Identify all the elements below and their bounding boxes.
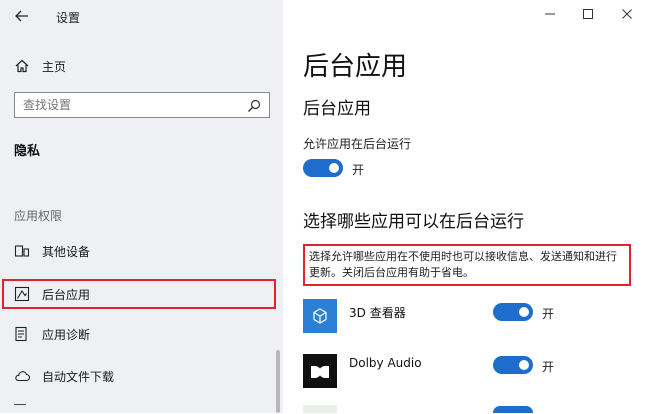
description-box: 选择允许哪些应用在不使用时也可以接收信息、发送通知和进行更新。关闭后台应用有助于… bbox=[303, 244, 631, 286]
sidebar-item-auto-file-download[interactable]: 自动文件下载 bbox=[0, 360, 283, 392]
selection-highlight bbox=[2, 279, 276, 309]
close-icon[interactable] bbox=[614, 6, 640, 26]
section-title: 隐私 bbox=[14, 144, 41, 159]
home-icon bbox=[14, 58, 30, 74]
minimize-icon[interactable] bbox=[537, 6, 563, 26]
app-tile-partial bbox=[303, 405, 337, 413]
allow-label: 允许应用在后台运行 bbox=[303, 137, 412, 151]
search-icon[interactable] bbox=[247, 98, 261, 112]
sidebar-scrollbar[interactable] bbox=[276, 350, 280, 413]
sidebar-item-label: 其他设备 bbox=[42, 245, 91, 259]
sidebar: 设置 主页 隐私 应用权限 其他设备 后台应用 应用诊断 bbox=[0, 0, 283, 413]
app-toggle-3d-viewer[interactable] bbox=[493, 303, 533, 321]
group-label: 应用权限 bbox=[14, 209, 63, 223]
sidebar-item-app-diagnostics[interactable]: 应用诊断 bbox=[0, 318, 283, 350]
devices-icon bbox=[14, 243, 30, 259]
toggle-state-label: 开 bbox=[352, 163, 365, 177]
app-toggle-partial[interactable] bbox=[493, 406, 533, 413]
sidebar-item-other-devices[interactable]: 其他设备 bbox=[0, 235, 283, 267]
sidebar-item-label: 自动文件下载 bbox=[42, 370, 115, 384]
app-name: 3D 查看器 bbox=[349, 306, 406, 320]
allow-background-toggle[interactable] bbox=[303, 159, 343, 177]
sidebar-item-label: 主页 bbox=[42, 60, 67, 74]
sidebar-item-label: 应用诊断 bbox=[42, 328, 91, 342]
window-title: 设置 bbox=[56, 11, 81, 25]
toggle-state-label: 开 bbox=[542, 307, 555, 321]
app-tile-dolby-audio bbox=[303, 354, 337, 388]
toggle-state-label: 开 bbox=[542, 360, 555, 374]
cloud-download-icon bbox=[14, 368, 30, 384]
description-text: 选择允许哪些应用在不使用时也可以接收信息、发送通知和进行更新。关闭后台应用有助于… bbox=[309, 250, 617, 279]
section2-title: 选择哪些应用可以在后台运行 bbox=[303, 212, 524, 232]
search-input[interactable] bbox=[15, 93, 243, 117]
maximize-icon[interactable] bbox=[575, 6, 601, 26]
diagnostics-icon bbox=[14, 326, 30, 342]
back-arrow-icon[interactable] bbox=[14, 8, 32, 26]
app-toggle-dolby-audio[interactable] bbox=[493, 356, 533, 374]
sidebar-item-home[interactable]: 主页 bbox=[0, 50, 283, 82]
dolby-icon bbox=[310, 364, 330, 378]
app-name: Dolby Audio bbox=[349, 356, 422, 370]
main-panel: 后台应用 后台应用 允许应用在后台运行 开 选择哪些应用可以在后台运行 选择允许… bbox=[283, 0, 650, 413]
section1-title: 后台应用 bbox=[303, 99, 371, 119]
search-box[interactable] bbox=[14, 92, 270, 118]
page-title: 后台应用 bbox=[303, 52, 408, 82]
cube-icon bbox=[311, 307, 329, 325]
app-tile-3d-viewer bbox=[303, 299, 337, 333]
